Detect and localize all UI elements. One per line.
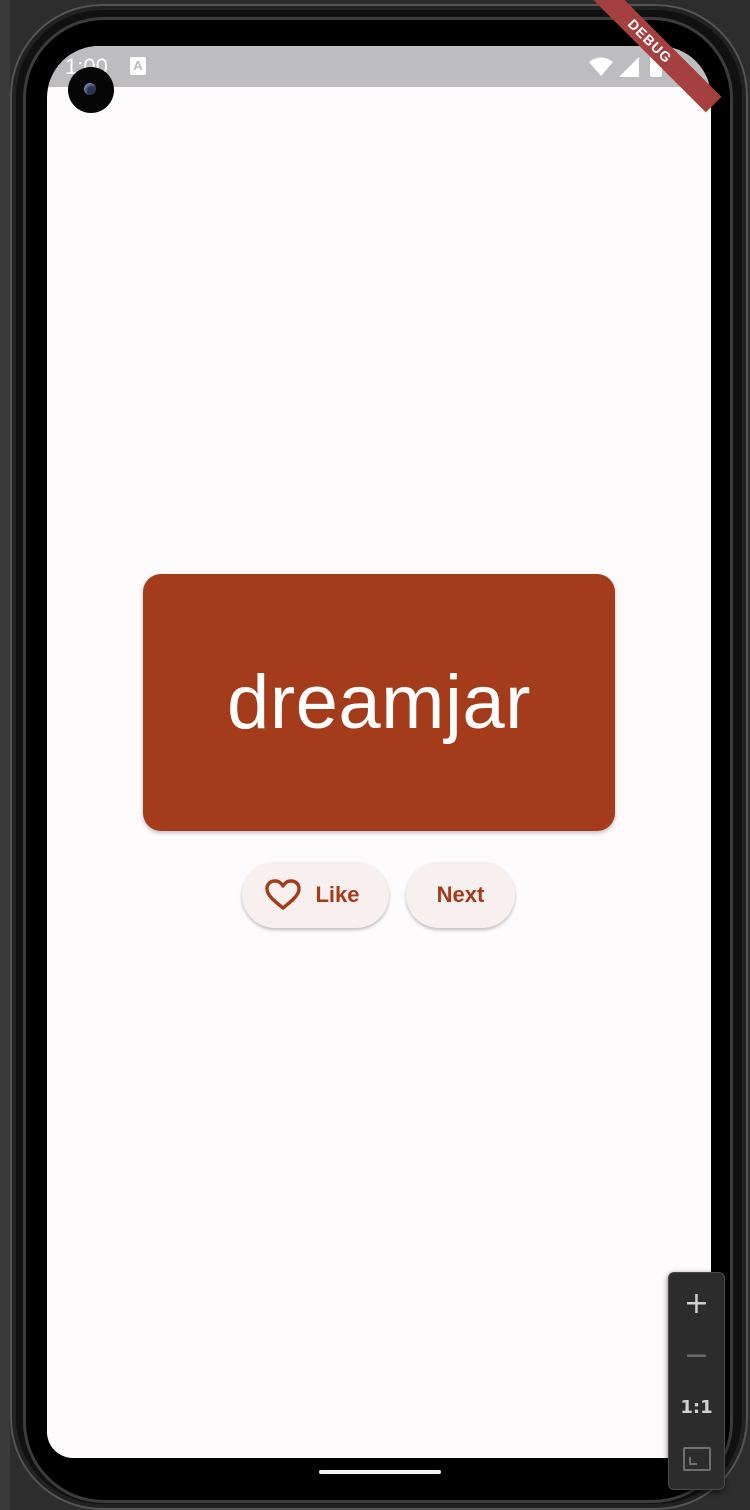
front-camera bbox=[68, 67, 114, 113]
emulator-window: 1:00 A dreamjar Like Next DEBUG bbox=[0, 0, 750, 1510]
zoom-reset-button[interactable]: 1:1 bbox=[669, 1383, 724, 1431]
generated-word: dreamjar bbox=[227, 660, 531, 745]
gesture-nav-handle[interactable] bbox=[319, 1470, 441, 1474]
notification-a-icon: A bbox=[130, 57, 146, 75]
emulator-zoom-controls: + − 1:1 bbox=[668, 1272, 725, 1490]
signal-icon bbox=[618, 56, 640, 83]
next-button[interactable]: Next bbox=[406, 862, 515, 928]
like-button[interactable]: Like bbox=[242, 862, 389, 928]
wifi-icon bbox=[588, 57, 614, 82]
status-bar: 1:00 A bbox=[47, 46, 711, 87]
heart-outline-icon bbox=[265, 879, 302, 911]
zoom-in-button[interactable]: + bbox=[669, 1279, 724, 1327]
next-label: Next bbox=[436, 882, 485, 907]
emulator-side-strip bbox=[0, 0, 10, 1510]
fit-screen-button[interactable] bbox=[669, 1435, 724, 1483]
camera-lens bbox=[84, 83, 96, 95]
fit-screen-icon bbox=[682, 1447, 711, 1471]
zoom-out-button[interactable]: − bbox=[669, 1331, 724, 1379]
like-label: Like bbox=[315, 882, 360, 907]
word-card: dreamjar bbox=[143, 574, 615, 831]
app-screen: 1:00 A dreamjar Like Next bbox=[47, 46, 711, 1458]
